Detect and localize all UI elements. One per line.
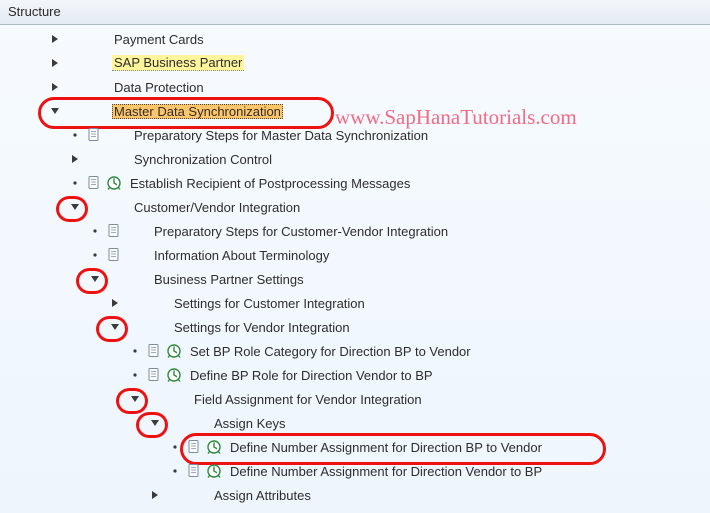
- panel-title: Structure: [8, 4, 61, 19]
- tree-node-label[interactable]: Assign Keys: [212, 416, 288, 431]
- tree-node-label[interactable]: SAP Business Partner: [112, 55, 244, 71]
- tree-node-label[interactable]: Assign Attributes: [212, 488, 313, 503]
- activity-icon[interactable]: [166, 343, 182, 359]
- document-icon[interactable]: [86, 175, 102, 191]
- bullet-icon: [68, 128, 82, 142]
- tree-row[interactable]: Payment Cards: [0, 27, 710, 51]
- structure-panel: Structure www.SapHanaTutorials.com Payme…: [0, 0, 710, 513]
- tree-row[interactable]: Master Data Synchronization: [0, 99, 710, 123]
- tree-node-label[interactable]: Master Data Synchronization: [112, 104, 283, 119]
- collapse-icon[interactable]: [48, 104, 62, 118]
- activity-icon[interactable]: [166, 367, 182, 383]
- tree-node-label[interactable]: Establish Recipient of Postprocessing Me…: [128, 176, 412, 191]
- bullet-icon: [68, 176, 82, 190]
- collapse-icon[interactable]: [128, 392, 142, 406]
- tree-row[interactable]: Synchronization Control: [0, 147, 710, 171]
- tree-node-label[interactable]: Define Number Assignment for Direction V…: [228, 464, 544, 479]
- tree-row[interactable]: Information About Terminology: [0, 243, 710, 267]
- tree-row[interactable]: Assign Attributes: [0, 483, 710, 507]
- bullet-icon: [88, 224, 102, 238]
- tree-node-label[interactable]: Business Partner Settings: [152, 272, 306, 287]
- tree-node-label[interactable]: Preparatory Steps for Customer-Vendor In…: [152, 224, 450, 239]
- tree-row[interactable]: Assign Keys: [0, 411, 710, 435]
- document-icon[interactable]: [186, 463, 202, 479]
- tree-node-label[interactable]: Customer/Vendor Integration: [132, 200, 302, 215]
- tree-node-label[interactable]: Field Assignment for Vendor Integration: [192, 392, 424, 407]
- bullet-icon: [128, 368, 142, 382]
- activity-icon[interactable]: [206, 463, 222, 479]
- tree-node-label[interactable]: Define BP Role for Direction Vendor to B…: [188, 368, 435, 383]
- tree-row[interactable]: Data Protection: [0, 75, 710, 99]
- tree-node-label[interactable]: Information About Terminology: [152, 248, 331, 263]
- expand-icon[interactable]: [48, 56, 62, 70]
- bullet-icon: [128, 344, 142, 358]
- expand-icon[interactable]: [108, 296, 122, 310]
- tree-row[interactable]: Settings for Customer Integration: [0, 291, 710, 315]
- tree-row[interactable]: Establish Recipient of Postprocessing Me…: [0, 171, 710, 195]
- tree-node-label[interactable]: Data Protection: [112, 80, 206, 95]
- document-icon[interactable]: [146, 343, 162, 359]
- collapse-icon[interactable]: [148, 416, 162, 430]
- document-icon[interactable]: [186, 439, 202, 455]
- tree-row[interactable]: Customer/Vendor Integration: [0, 195, 710, 219]
- document-icon[interactable]: [86, 127, 102, 143]
- document-icon[interactable]: [106, 247, 122, 263]
- tree-row[interactable]: Business Partner Settings: [0, 267, 710, 291]
- expand-icon[interactable]: [48, 80, 62, 94]
- tree-view[interactable]: www.SapHanaTutorials.com Payment CardsSA…: [0, 25, 710, 513]
- activity-icon[interactable]: [206, 439, 222, 455]
- expand-icon[interactable]: [68, 152, 82, 166]
- tree-node-label[interactable]: Set BP Role Category for Direction BP to…: [188, 344, 473, 359]
- bullet-icon: [168, 464, 182, 478]
- tree-row[interactable]: Define Number Assignment for Direction V…: [0, 459, 710, 483]
- expand-icon[interactable]: [48, 32, 62, 46]
- bullet-icon: [168, 440, 182, 454]
- tree-node-label[interactable]: Settings for Customer Integration: [172, 296, 367, 311]
- tree-node-label[interactable]: Payment Cards: [112, 32, 206, 47]
- tree-node-label[interactable]: Preparatory Steps for Master Data Synchr…: [132, 128, 430, 143]
- activity-icon[interactable]: [106, 175, 122, 191]
- collapse-icon[interactable]: [68, 200, 82, 214]
- tree-row[interactable]: Set BP Role Category for Direction BP to…: [0, 339, 710, 363]
- tree-row[interactable]: SAP Business Partner: [0, 51, 710, 75]
- bullet-icon: [88, 248, 102, 262]
- tree-row[interactable]: Define Number Assignment for Direction B…: [0, 435, 710, 459]
- tree-node-label[interactable]: Settings for Vendor Integration: [172, 320, 352, 335]
- document-icon[interactable]: [106, 223, 122, 239]
- collapse-icon[interactable]: [108, 320, 122, 334]
- tree-node-label[interactable]: Define Number Assignment for Direction B…: [228, 440, 544, 455]
- tree-row[interactable]: Settings for Vendor Integration: [0, 315, 710, 339]
- collapse-icon[interactable]: [88, 272, 102, 286]
- tree-node-label[interactable]: Synchronization Control: [132, 152, 274, 167]
- expand-icon[interactable]: [148, 488, 162, 502]
- document-icon[interactable]: [146, 367, 162, 383]
- tree-row[interactable]: Define BP Role for Direction Vendor to B…: [0, 363, 710, 387]
- tree-row[interactable]: Preparatory Steps for Master Data Synchr…: [0, 123, 710, 147]
- panel-header: Structure: [0, 0, 710, 25]
- tree-row[interactable]: Field Assignment for Vendor Integration: [0, 387, 710, 411]
- tree-row[interactable]: Preparatory Steps for Customer-Vendor In…: [0, 219, 710, 243]
